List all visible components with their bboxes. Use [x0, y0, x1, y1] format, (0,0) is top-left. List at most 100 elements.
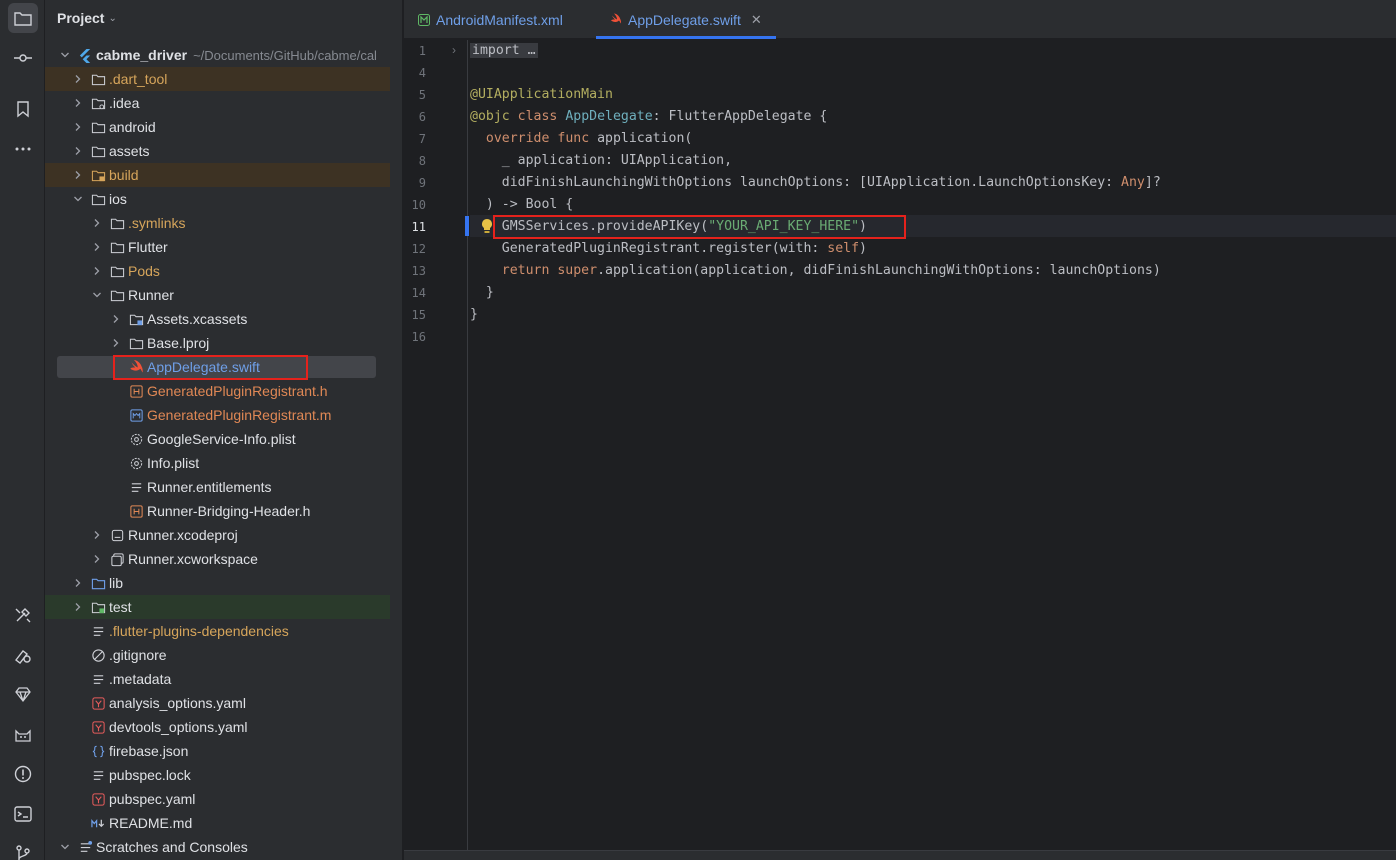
cat-tool-button[interactable]	[8, 720, 38, 750]
gem-tool-button[interactable]	[8, 679, 38, 709]
more-tools-button[interactable]	[8, 134, 38, 164]
tree-item-label: analysis_options.yaml	[109, 695, 246, 711]
tab-app-delegate[interactable]: AppDelegate.swift ✕	[596, 0, 776, 39]
chevron-down-icon[interactable]	[58, 50, 72, 60]
tree-item[interactable]: Pods	[45, 259, 390, 283]
tree-item[interactable]: .flutter-plugins-dependencies	[45, 619, 390, 643]
tree-item-label: README.md	[109, 815, 193, 831]
chevron-down-icon[interactable]	[58, 842, 72, 852]
chevron-right-icon[interactable]	[109, 338, 123, 348]
tree-item-label: android	[109, 119, 156, 135]
project-view-selector[interactable]: Project ⌄	[57, 8, 117, 28]
project-tool-button[interactable]	[8, 3, 38, 33]
plist-gear-icon	[128, 431, 144, 447]
tree-item[interactable]: Runner.xcodeproj	[45, 523, 390, 547]
tree-item-label: pubspec.lock	[109, 767, 191, 783]
highlight-box-code	[493, 215, 906, 239]
fold-expand-icon[interactable]: ›	[452, 43, 456, 57]
tree-item[interactable]: Info.plist	[45, 451, 390, 475]
tree-item[interactable]: GeneratedPluginRegistrant.m	[45, 403, 390, 427]
tree-item[interactable]: GoogleService-Info.plist	[45, 427, 390, 451]
tree-item[interactable]: Assets.xcassets	[45, 307, 390, 331]
code-token: func	[557, 131, 590, 146]
build-tool-button[interactable]	[8, 600, 38, 630]
folder-excluded-icon	[90, 167, 106, 183]
tree-item[interactable]: firebase.json	[45, 739, 390, 763]
tree-item[interactable]: pubspec.yaml	[45, 787, 390, 811]
terminal-tool-button[interactable]	[8, 799, 38, 829]
tree-item[interactable]: .idea	[45, 91, 390, 115]
chevron-right-icon[interactable]	[71, 170, 85, 180]
tree-item[interactable]: lib	[45, 571, 390, 595]
tree-item[interactable]: Scratches and Consoles	[45, 835, 390, 859]
code-line: }	[470, 282, 494, 304]
chevron-right-icon[interactable]	[90, 242, 104, 252]
tree-item[interactable]: Runner.entitlements	[45, 475, 390, 499]
code-line: _ application: UIApplication,	[470, 150, 732, 172]
tree-item[interactable]: android	[45, 115, 390, 139]
tree-item-label: test	[109, 599, 132, 615]
tree-item[interactable]: Runner-Bridging-Header.h	[45, 499, 390, 523]
chevron-right-icon[interactable]	[90, 554, 104, 564]
bookmarks-tool-button[interactable]	[8, 94, 38, 124]
terminal-icon	[14, 806, 32, 822]
chevron-right-icon[interactable]	[71, 146, 85, 156]
code-token: return	[501, 263, 550, 278]
tree-item[interactable]: Runner.xcworkspace	[45, 547, 390, 571]
tree-item[interactable]: .dart_tool	[45, 67, 390, 91]
chevron-right-icon[interactable]	[90, 530, 104, 540]
code-line: }	[470, 304, 478, 326]
problems-tool-button[interactable]	[8, 759, 38, 789]
chevron-down-icon[interactable]	[90, 290, 104, 300]
code-token: application(	[589, 131, 693, 146]
folder-icon	[90, 71, 106, 87]
chevron-right-icon[interactable]	[71, 74, 85, 84]
chevron-right-icon[interactable]	[71, 122, 85, 132]
lightbulb-icon[interactable]	[480, 218, 494, 234]
code-editor[interactable]: › 1 4 5 6 7 8 9 10 11 12 13 14 15 16 import … @UIAppli…	[404, 40, 1396, 850]
tree-item[interactable]: .metadata	[45, 667, 390, 691]
tree-item[interactable]: build	[45, 163, 390, 187]
code-token[interactable]: import …	[470, 43, 538, 58]
chevron-down-icon[interactable]	[71, 194, 85, 204]
tree-item[interactable]: README.md	[45, 811, 390, 835]
folder-test-icon	[90, 599, 106, 615]
code-token: override	[485, 131, 550, 146]
tree-item[interactable]: .gitignore	[45, 643, 390, 667]
commit-tool-button[interactable]	[8, 43, 38, 73]
build-icon	[15, 608, 31, 623]
activity-bar	[0, 0, 45, 860]
code-token: ]?	[1144, 175, 1161, 190]
close-icon[interactable]: ✕	[751, 12, 762, 28]
tab-android-manifest[interactable]: AndroidManifest.xml	[418, 0, 563, 39]
tree-item[interactable]: .symlinks	[45, 211, 390, 235]
tree-item-label: .gitignore	[109, 647, 167, 663]
commit-icon	[14, 54, 32, 62]
chevron-right-icon[interactable]	[90, 266, 104, 276]
chevron-down-icon: ⌄	[108, 12, 117, 24]
tree-item-label: Flutter	[128, 239, 168, 255]
line-number: 15	[411, 308, 426, 322]
git-tool-button[interactable]	[8, 838, 38, 860]
tree-item-label: .idea	[109, 95, 140, 111]
tree-item[interactable]: devtools_options.yaml	[45, 715, 390, 739]
tree-item[interactable]: GeneratedPluginRegistrant.h	[45, 379, 390, 403]
chevron-right-icon[interactable]	[71, 98, 85, 108]
tree-item[interactable]: pubspec.lock	[45, 763, 390, 787]
tree-item[interactable]: analysis_options.yaml	[45, 691, 390, 715]
tree-item[interactable]: ios	[45, 187, 390, 211]
tree-item[interactable]: assets	[45, 139, 390, 163]
code-line: ) -> Bool {	[470, 194, 573, 216]
chevron-right-icon[interactable]	[71, 578, 85, 588]
text-file-icon	[90, 623, 106, 639]
flutter-inspector-button[interactable]	[8, 640, 38, 670]
tree-item[interactable]: cabme_driver ~/Documents/GitHub/cabme/cal	[45, 43, 390, 67]
tree-item[interactable]: Flutter	[45, 235, 390, 259]
tree-item[interactable]: Base.lproj	[45, 331, 390, 355]
project-panel: Project ⌄ cabme_driver ~/Documents/GitHub…	[45, 0, 403, 860]
tree-item[interactable]: Runner	[45, 283, 390, 307]
chevron-right-icon[interactable]	[90, 218, 104, 228]
tree-item[interactable]: test	[45, 595, 390, 619]
chevron-right-icon[interactable]	[109, 314, 123, 324]
chevron-right-icon[interactable]	[71, 602, 85, 612]
